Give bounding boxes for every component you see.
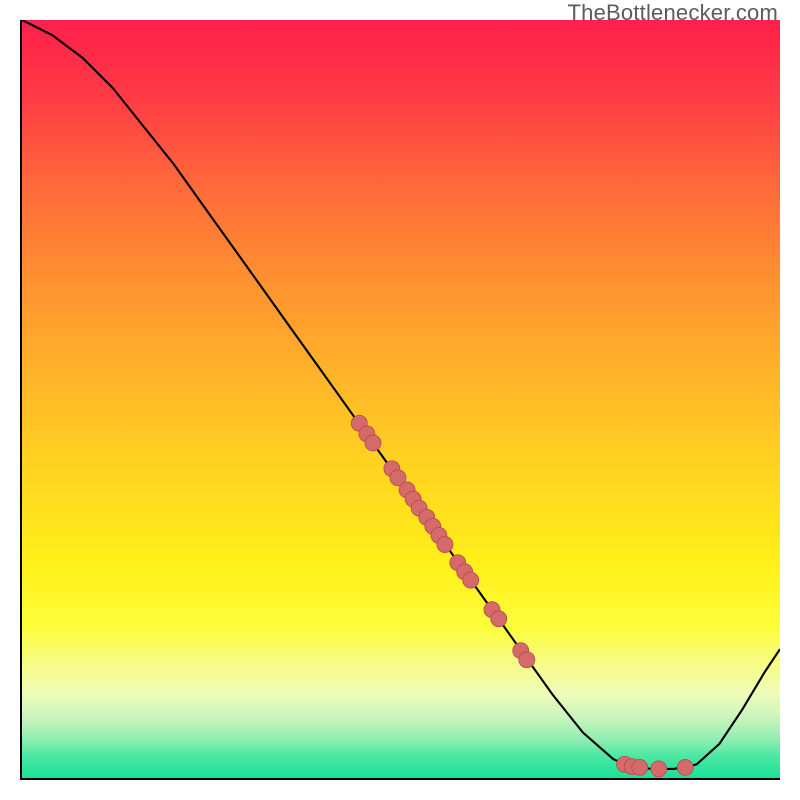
- data-point: [365, 435, 381, 451]
- data-point: [437, 537, 453, 553]
- data-point: [463, 572, 479, 588]
- bottleneck-curve: [22, 20, 780, 769]
- plot-area: [20, 20, 780, 780]
- data-point: [519, 652, 535, 668]
- data-point: [677, 759, 693, 775]
- scatter-points: [351, 415, 693, 777]
- data-point: [491, 611, 507, 627]
- curve-layer: [22, 20, 780, 778]
- data-point: [651, 761, 667, 777]
- chart-frame: TheBottlenecker.com: [0, 0, 800, 800]
- data-point: [632, 759, 648, 775]
